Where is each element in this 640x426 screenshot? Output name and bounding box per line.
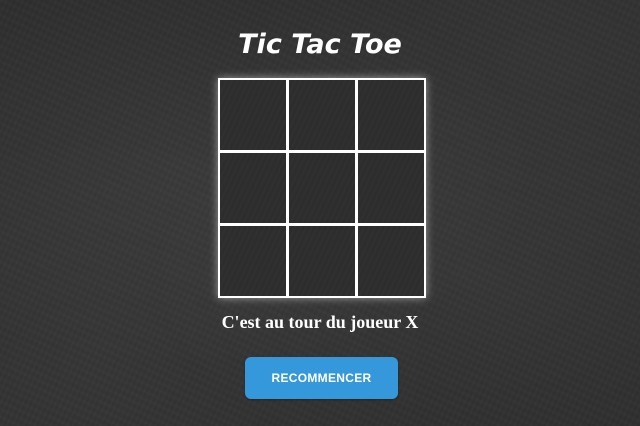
board-cell-9[interactable]: [358, 226, 424, 296]
board-cell-4[interactable]: [220, 153, 286, 223]
board-cell-5[interactable]: [289, 153, 355, 223]
restart-button[interactable]: RECOMMENCER: [245, 357, 398, 399]
board-cell-7[interactable]: [220, 226, 286, 296]
board-cell-6[interactable]: [358, 153, 424, 223]
board-cell-8[interactable]: [289, 226, 355, 296]
game-board: [218, 78, 426, 298]
board-cell-1[interactable]: [220, 80, 286, 150]
board-cell-2[interactable]: [289, 80, 355, 150]
game-title: Tic Tac Toe: [238, 29, 402, 60]
board-cell-3[interactable]: [358, 80, 424, 150]
turn-status: C'est au tour du joueur X: [221, 312, 419, 332]
